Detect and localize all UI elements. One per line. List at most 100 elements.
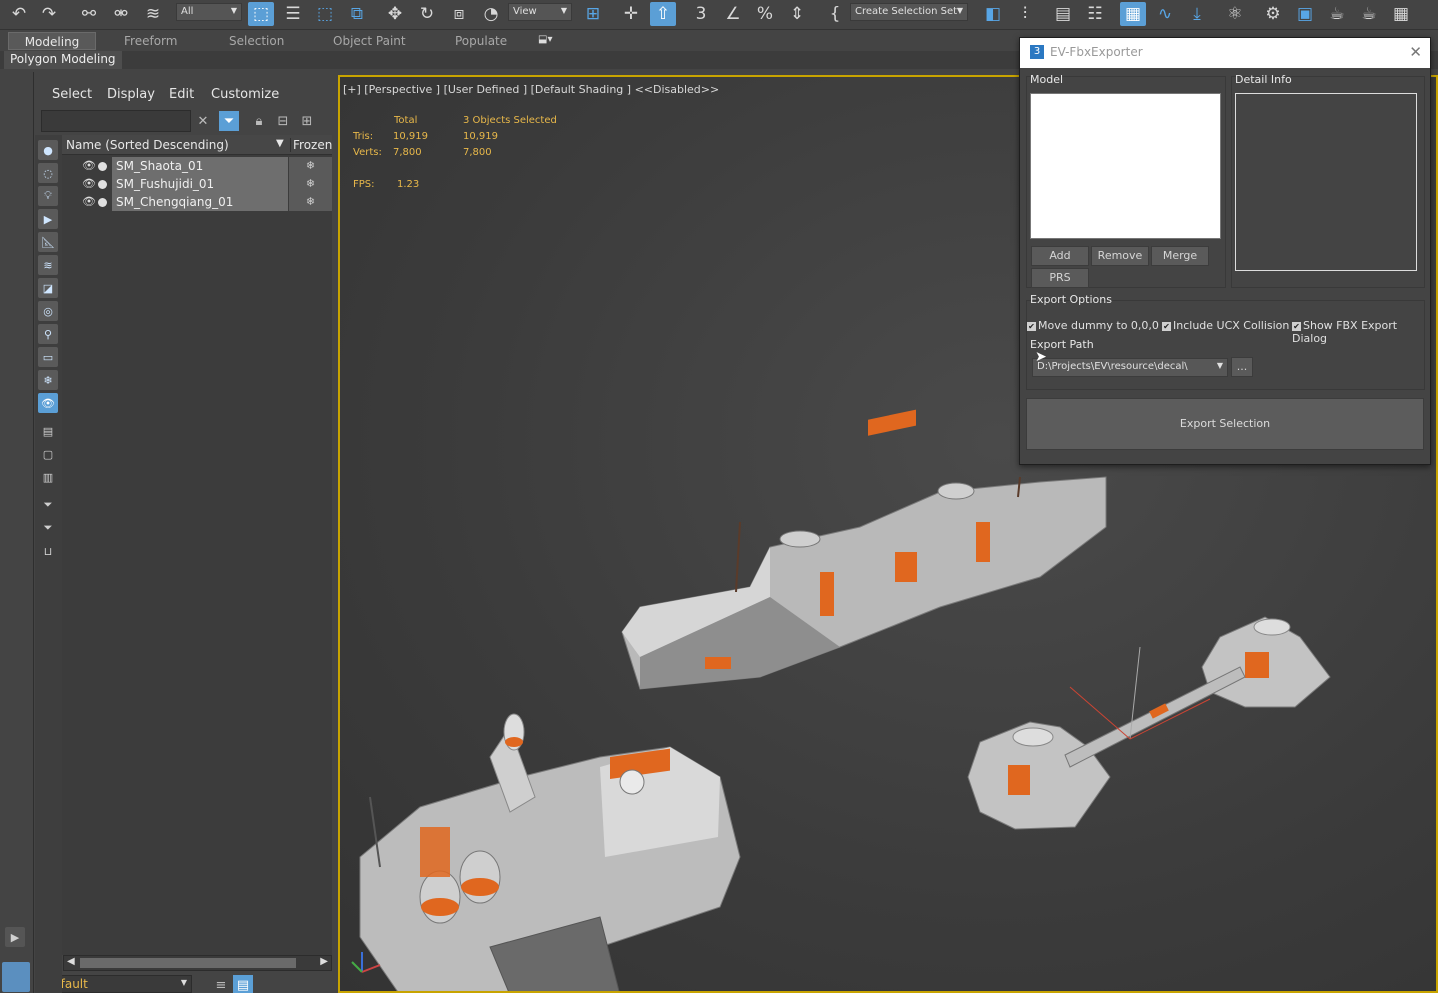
- tab-freeform[interactable]: Freeform: [124, 32, 177, 50]
- render-iterative-icon[interactable]: ☕: [1356, 2, 1382, 26]
- polygon-modeling-panel[interactable]: Polygon Modeling: [4, 51, 122, 69]
- tab-object-paint[interactable]: Object Paint: [333, 32, 406, 50]
- include-ucx-checkbox[interactable]: ✔ Include UCX Collision: [1162, 319, 1289, 332]
- align-icon[interactable]: ⫶: [1012, 2, 1038, 26]
- link-icon[interactable]: ⚯: [76, 2, 102, 26]
- freeze-snowflake-icon[interactable]: ❄: [289, 193, 332, 211]
- layer-sort-icon[interactable]: ⊞: [297, 111, 317, 131]
- redo-icon[interactable]: ↷: [36, 2, 62, 26]
- render-dot-icon[interactable]: [98, 198, 107, 207]
- shapes-filter-icon[interactable]: ◌: [38, 163, 58, 183]
- rotate-icon[interactable]: ↻: [414, 2, 440, 26]
- spinner-snap-icon[interactable]: ⇕: [784, 2, 810, 26]
- move-dummy-checkbox[interactable]: ✔ Move dummy to 0,0,0: [1027, 319, 1159, 332]
- placement-icon[interactable]: ◔: [478, 2, 504, 26]
- render-in-cloud-icon[interactable]: ▦: [1388, 2, 1414, 26]
- select-by-name-icon[interactable]: ☰: [280, 2, 306, 26]
- object-name[interactable]: SM_Chengqiang_01: [112, 193, 288, 211]
- material-editor-icon[interactable]: ⚛: [1222, 2, 1248, 26]
- remove-button[interactable]: Remove: [1091, 246, 1149, 266]
- curve-editor-icon[interactable]: ∿: [1152, 2, 1178, 26]
- filter-funnel-off-icon[interactable]: ⏷: [38, 495, 58, 515]
- pivot-center-icon[interactable]: ⊞: [580, 2, 606, 26]
- hierarchy-icon[interactable]: ⊟: [273, 111, 293, 131]
- export-path-dropdown[interactable]: D:\Projects\EV\resource\decal\ ▼: [1032, 358, 1228, 377]
- edit-named-selection-icon[interactable]: {: [822, 2, 848, 26]
- model-fushujidi[interactable]: [359, 713, 741, 993]
- xrefs-filter-icon[interactable]: ◎: [38, 301, 58, 321]
- expand-arrow-icon[interactable]: ▶: [5, 927, 25, 947]
- object-name[interactable]: SM_Fushujidi_01: [112, 175, 288, 193]
- display-none-icon[interactable]: ▢: [38, 444, 58, 464]
- geometry-filter-icon[interactable]: ●: [38, 140, 58, 160]
- object-name[interactable]: SM_Shaota_01: [112, 157, 288, 175]
- layer-explorer-toggle-icon[interactable]: ≡: [211, 975, 231, 993]
- export-selection-button[interactable]: Export Selection: [1026, 398, 1424, 450]
- sort-descending-icon[interactable]: ▼: [276, 138, 284, 149]
- filter-funnel-icon[interactable]: ⏷: [38, 518, 58, 538]
- model-list[interactable]: [1030, 93, 1221, 239]
- selection-filter-dropdown[interactable]: All ▼: [176, 3, 242, 21]
- prs-button[interactable]: PRS: [1031, 268, 1089, 288]
- select-object-icon[interactable]: ⬚: [248, 2, 274, 26]
- render-production-icon[interactable]: ☕: [1324, 2, 1350, 26]
- space-warps-filter-icon[interactable]: ≋: [38, 255, 58, 275]
- angle-snap-icon[interactable]: ∠: [720, 2, 746, 26]
- rendered-frame-window-icon[interactable]: ▣: [1292, 2, 1318, 26]
- hidden-filter-icon[interactable]: 👁︎: [38, 393, 58, 413]
- list-item[interactable]: 👁︎ SM_Chengqiang_01 ❄: [62, 193, 332, 211]
- freeze-snowflake-icon[interactable]: ❄: [289, 157, 332, 175]
- sync-selection-icon[interactable]: ⊔: [38, 541, 58, 561]
- mirror-icon[interactable]: ◧: [980, 2, 1006, 26]
- ribbon-options-icon[interactable]: ⬓▾: [538, 32, 552, 50]
- tab-populate[interactable]: Populate: [455, 32, 507, 50]
- dialog-title-bar[interactable]: 3 EV-FbxExporter ✕: [1020, 38, 1430, 68]
- snaps-toggle-icon[interactable]: 3: [688, 2, 714, 26]
- render-dot-icon[interactable]: [98, 180, 107, 189]
- scroll-thumb[interactable]: [80, 958, 296, 968]
- frozen-filter-icon[interactable]: ❄: [38, 370, 58, 390]
- clear-search-icon[interactable]: ✕: [193, 111, 213, 131]
- explorer-menu-display[interactable]: Display: [107, 87, 155, 102]
- viewport-layout-icon[interactable]: [2, 962, 30, 992]
- reference-coordinate-dropdown[interactable]: View ▼: [508, 3, 572, 21]
- visibility-eye-icon[interactable]: 👁︎: [82, 159, 96, 172]
- named-selection-set-dropdown[interactable]: Create Selection Set ▼: [850, 3, 968, 21]
- schematic-view-icon[interactable]: ⤓: [1184, 2, 1210, 26]
- lock-icon[interactable]: 🔒︎: [249, 111, 269, 131]
- layer-explorer-icon[interactable]: ☷: [1082, 2, 1108, 26]
- undo-icon[interactable]: ↶: [6, 2, 32, 26]
- move-icon[interactable]: ✥: [382, 2, 408, 26]
- render-dot-icon[interactable]: [98, 162, 107, 171]
- bones-filter-icon[interactable]: ⚲: [38, 324, 58, 344]
- list-item[interactable]: 👁︎ SM_Shaota_01 ❄: [62, 157, 332, 175]
- show-fbx-dialog-checkbox[interactable]: ✔ Show FBX Export Dialog: [1292, 319, 1430, 345]
- scene-explorer-toggle-icon[interactable]: ▤: [233, 975, 253, 993]
- cameras-filter-icon[interactable]: ▶: [38, 209, 58, 229]
- render-setup-icon[interactable]: ⚙: [1260, 2, 1286, 26]
- explorer-menu-select[interactable]: Select: [52, 87, 92, 102]
- tab-selection[interactable]: Selection: [229, 32, 284, 50]
- helpers-filter-icon[interactable]: 📐︎: [38, 232, 58, 252]
- explorer-menu-customize[interactable]: Customize: [211, 87, 279, 102]
- rectangle-selection-icon[interactable]: ⬚: [312, 2, 338, 26]
- visibility-eye-icon[interactable]: 👁︎: [82, 177, 96, 190]
- close-icon[interactable]: ✕: [1409, 43, 1422, 61]
- unlink-icon[interactable]: ⚮: [108, 2, 134, 26]
- invert-display-icon[interactable]: ▥: [38, 467, 58, 487]
- lights-filter-icon[interactable]: 💡︎: [38, 186, 58, 206]
- column-frozen[interactable]: Frozen: [290, 138, 332, 152]
- current-layer-dropdown[interactable]: Default ▼: [40, 975, 192, 993]
- freeze-snowflake-icon[interactable]: ❄: [289, 175, 332, 193]
- browse-button[interactable]: ...: [1231, 357, 1253, 377]
- bind-space-warp-icon[interactable]: ≋: [140, 2, 166, 26]
- tab-modeling[interactable]: Modeling: [8, 32, 96, 50]
- groups-filter-icon[interactable]: ◪: [38, 278, 58, 298]
- list-item[interactable]: 👁︎ SM_Fushujidi_01 ❄: [62, 175, 332, 193]
- scale-icon[interactable]: ⧈: [446, 2, 472, 26]
- detail-info-box[interactable]: [1235, 93, 1417, 271]
- containers-filter-icon[interactable]: ▭: [38, 347, 58, 367]
- percent-snap-icon[interactable]: %: [752, 2, 778, 26]
- scene-explorer-icon[interactable]: ▤: [1050, 2, 1076, 26]
- filter-icon[interactable]: ⏷: [219, 111, 239, 131]
